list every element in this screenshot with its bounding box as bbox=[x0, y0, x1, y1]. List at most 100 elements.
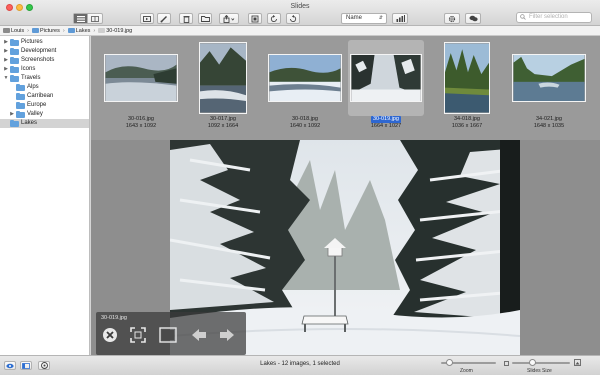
folder-icon bbox=[16, 102, 25, 109]
disclosure-collapsed-icon[interactable]: ▶ bbox=[3, 65, 9, 74]
sidebar-item-label: Lakes bbox=[21, 120, 38, 126]
sidebar-item-label: Screenshots bbox=[21, 57, 55, 63]
zoom-slider[interactable] bbox=[441, 359, 496, 366]
folder-icon bbox=[32, 27, 39, 33]
sidebar-item-label: Carribean bbox=[27, 93, 54, 99]
histogram-button[interactable] bbox=[392, 13, 408, 24]
sidebar-item-alps[interactable]: Alps bbox=[0, 83, 89, 92]
edit-button[interactable] bbox=[157, 13, 171, 24]
viewer-controls-overlay: 30-019.jpg bbox=[96, 312, 246, 355]
slides-size-slider[interactable] bbox=[512, 359, 570, 366]
thumbnail-caption: 30-018.jpg 1640 x 1092 bbox=[265, 116, 345, 130]
sidebar-item-lakes[interactable]: Lakes bbox=[0, 119, 89, 128]
rotate-right-icon bbox=[290, 14, 297, 22]
large-size-icon bbox=[574, 359, 581, 366]
brush-icon bbox=[160, 15, 167, 22]
folder-icon bbox=[10, 120, 19, 127]
folder-icon bbox=[16, 84, 25, 91]
disclosure-expanded-icon[interactable]: ▼ bbox=[3, 74, 9, 83]
thumbnail-filename: 34-018.jpg bbox=[454, 116, 480, 122]
thumbnail-filename: 30-017.jpg bbox=[210, 116, 236, 122]
small-size-icon bbox=[504, 361, 509, 366]
sort-by-value: Name bbox=[346, 15, 363, 21]
sidebar-item-pictures[interactable]: ▶ Pictures bbox=[0, 38, 89, 47]
slideshow-icon bbox=[143, 16, 151, 22]
rotate-left-button[interactable] bbox=[267, 13, 281, 24]
disclosure-collapsed-icon[interactable]: ▶ bbox=[9, 110, 15, 119]
search-field[interactable]: Filter selection bbox=[516, 12, 592, 23]
disclosure-collapsed-icon[interactable]: ▶ bbox=[3, 56, 9, 65]
thumbnail-dimensions: 1643 x 1092 bbox=[125, 123, 157, 129]
path-separator-icon: › bbox=[93, 27, 96, 34]
viewer-filename: 30-019.jpg bbox=[101, 315, 127, 321]
window-title: Slides bbox=[290, 3, 310, 10]
sidebar-item-carribean[interactable]: Carribean bbox=[0, 92, 89, 101]
path-file[interactable]: 30-019.jpg bbox=[98, 28, 132, 34]
popup-arrows-icon: ⇵ bbox=[378, 15, 383, 21]
thumbnail-filename: 34-021.jpg bbox=[536, 116, 562, 122]
thumbnail-strip: 30-016.jpg 1643 x 1092 30-017.jpg 1092 x… bbox=[91, 36, 600, 140]
sidebar-item-development[interactable]: ▶ Development bbox=[0, 47, 89, 56]
thumbnail-image bbox=[512, 54, 586, 102]
delete-button[interactable] bbox=[179, 13, 193, 24]
folder-icon bbox=[10, 48, 19, 55]
close-viewer-icon[interactable] bbox=[102, 327, 118, 343]
folder-icon bbox=[10, 39, 19, 46]
thumbnail-caption: 34-018.jpg 1036 x 1667 bbox=[427, 116, 507, 130]
thumbnail-image bbox=[268, 54, 342, 102]
next-image-icon[interactable] bbox=[218, 327, 236, 343]
sidebar-item-label: Valley bbox=[27, 111, 43, 117]
thumbnail-caption: 30-017.jpg 1092 x 1664 bbox=[183, 116, 263, 130]
image-viewer: 30-019.jpg bbox=[91, 140, 600, 355]
slides-size-label: Slides Size bbox=[527, 368, 552, 374]
thumbnail-image bbox=[444, 42, 490, 114]
share-icon bbox=[223, 14, 235, 23]
thumbnail-image bbox=[199, 42, 247, 114]
settings-button[interactable] bbox=[444, 13, 460, 24]
sidebar-item-screenshots[interactable]: ▶ Screenshots bbox=[0, 56, 89, 65]
slideshow-button[interactable] bbox=[140, 13, 154, 24]
sidebar-item-valley[interactable]: ▶ Valley bbox=[0, 110, 89, 119]
sidebar-item-icons[interactable]: ▶ Icons bbox=[0, 65, 89, 74]
trash-icon bbox=[183, 15, 189, 23]
title-toolbar: Slides Name ⇵ Filter selection bbox=[0, 0, 600, 26]
toggle-thumbnails-icon[interactable] bbox=[159, 327, 177, 343]
path-bar: Louis › Pictures › Lakes › 30-019.jpg bbox=[0, 26, 600, 36]
sidebar-item-europe[interactable]: Europe bbox=[0, 101, 89, 110]
thumbnail-image bbox=[350, 54, 422, 102]
bar-chart-icon bbox=[396, 15, 405, 22]
sidebar-item-travels[interactable]: ▼ Travels bbox=[0, 74, 89, 83]
sidebar-item-label: Travels bbox=[21, 75, 41, 81]
thumbnail-filename: 30-016.jpg bbox=[128, 116, 154, 122]
folder-icon bbox=[67, 27, 75, 33]
grid-view-icon[interactable] bbox=[88, 14, 102, 23]
disclosure-collapsed-icon[interactable]: ▶ bbox=[3, 38, 9, 47]
path-pictures[interactable]: Pictures bbox=[32, 28, 60, 34]
rotate-right-button[interactable] bbox=[286, 13, 300, 24]
thumbnail-caption: 30-016.jpg 1643 x 1092 bbox=[101, 116, 181, 130]
sort-by-select[interactable]: Name ⇵ bbox=[341, 13, 387, 24]
view-mode-control[interactable] bbox=[73, 13, 103, 24]
gear-icon bbox=[448, 15, 456, 22]
sidebar: ▶ Pictures ▶ Development ▶ Screenshots ▶… bbox=[0, 36, 90, 355]
zoom-label: Zoom bbox=[460, 368, 473, 374]
folder-icon bbox=[16, 93, 25, 100]
disclosure-collapsed-icon[interactable]: ▶ bbox=[3, 47, 9, 56]
zoom-slider-knob[interactable] bbox=[445, 359, 453, 366]
move-to-folder-button[interactable] bbox=[198, 13, 212, 24]
sidebar-item-label: Development bbox=[21, 48, 57, 54]
previous-image-icon[interactable] bbox=[190, 327, 208, 343]
thumbnail-dimensions: 1092 x 1664 bbox=[207, 123, 239, 129]
path-home[interactable]: Louis bbox=[3, 28, 24, 34]
slides-size-slider-knob[interactable] bbox=[528, 359, 536, 366]
crop-button[interactable] bbox=[248, 13, 262, 24]
fit-to-window-icon[interactable] bbox=[130, 327, 146, 343]
list-view-icon[interactable] bbox=[74, 14, 88, 23]
share-button[interactable] bbox=[219, 13, 239, 24]
path-lakes[interactable]: Lakes bbox=[67, 27, 90, 34]
thumbnail-image bbox=[104, 54, 178, 102]
comments-button[interactable] bbox=[465, 13, 481, 24]
sidebar-item-label: Icons bbox=[21, 66, 36, 72]
sidebar-item-label: Pictures bbox=[21, 39, 43, 45]
thumbnail-dimensions: 1640 x 1092 bbox=[289, 123, 321, 129]
